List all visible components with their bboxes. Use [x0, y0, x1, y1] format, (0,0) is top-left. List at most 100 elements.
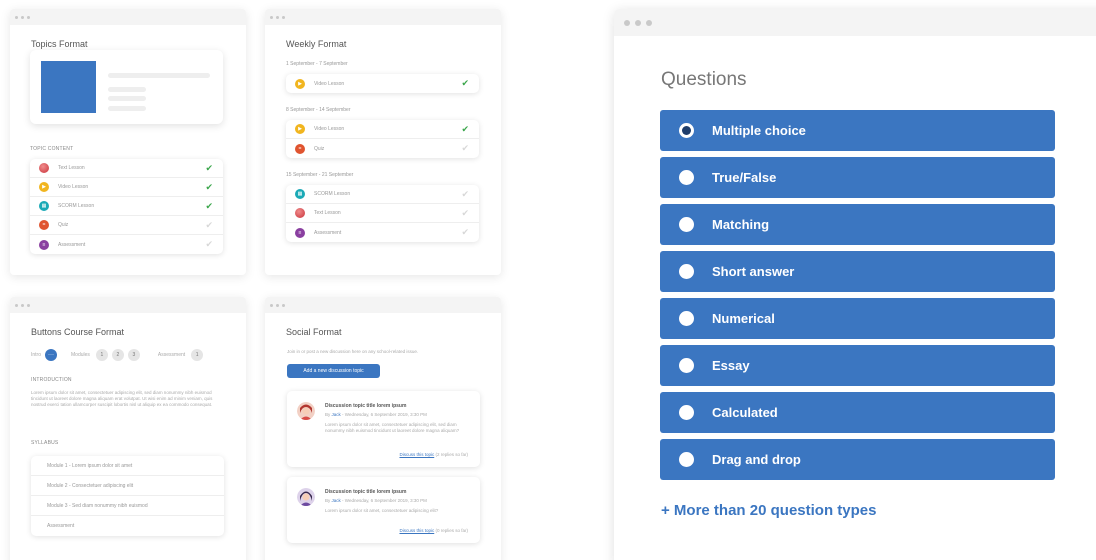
radio-icon[interactable] — [679, 264, 694, 279]
scorm-lesson-icon: ▦ — [295, 189, 305, 199]
text-lesson-icon — [39, 163, 49, 173]
discussion-post: Discussion topic title lorem ipsum By Ja… — [287, 391, 480, 467]
window-bar — [265, 297, 501, 313]
checkmark-icon: ✔ — [461, 123, 469, 134]
assessment-step-button[interactable]: 1 — [191, 349, 204, 361]
radio-icon[interactable] — [679, 405, 694, 420]
card-title: Buttons Course Format — [31, 327, 125, 337]
syllabus-item[interactable]: Module 2 - Consectetuer adipiscing elit — [31, 476, 224, 496]
lesson-row[interactable]: ≡ Assessment ✔ — [30, 235, 223, 254]
question-type-option[interactable]: Matching — [660, 204, 1055, 245]
question-type-option[interactable]: Calculated — [660, 392, 1055, 433]
radio-icon[interactable] — [679, 170, 694, 185]
post-title: Discussion topic title lorem ipsum — [325, 489, 407, 495]
discuss-topic-link[interactable]: Discuss this topic — [399, 452, 434, 457]
question-type-label: True/False — [712, 170, 777, 185]
checkmark-icon: ✔ — [205, 181, 213, 192]
post-author-link[interactable]: Jack — [332, 412, 341, 417]
syllabus-list: Module 1 - Lorem ipsum dolor sit amet Mod… — [31, 456, 224, 536]
week-date: 8 September - 14 September — [286, 107, 351, 113]
lesson-row[interactable]: ▦ SCORM Lesson ✔ — [286, 185, 479, 204]
question-type-option[interactable]: Drag and drop — [660, 439, 1055, 480]
card-title: Social Format — [286, 327, 342, 337]
lesson-label: Assessment — [58, 241, 86, 248]
lesson-label: Quiz — [58, 222, 69, 228]
post-footer: Discuss this topic (2 replies so far) — [399, 452, 468, 457]
post-body: Lorem ipsum dolor sit amet, consectetuer… — [325, 508, 439, 513]
checkmark-icon: ✔ — [205, 219, 213, 230]
intro-step-button[interactable]: ··· — [45, 349, 58, 361]
introduction-heading: INTRODUCTION — [31, 377, 72, 383]
quiz-icon: = — [295, 143, 305, 154]
week-list: ▶ Video Lesson ✔ = Quiz ✔ — [286, 120, 479, 158]
week-date: 1 September - 7 September — [286, 61, 348, 67]
module-step-button[interactable]: 1 — [95, 349, 108, 361]
radio-icon[interactable] — [679, 311, 694, 326]
add-discussion-button[interactable]: Add a new discussion topic — [287, 364, 380, 378]
lesson-row[interactable]: Text Lesson ✔ — [286, 204, 479, 223]
placeholder-line — [108, 96, 146, 101]
radio-icon[interactable] — [679, 452, 694, 467]
syllabus-item[interactable]: Module 3 - Sed diam nonummy nibh euismod — [31, 496, 224, 516]
syllabus-heading: SYLLABUS — [31, 440, 59, 446]
post-date: - Wednesday, 6 September 2019, 3:30 PM — [340, 412, 427, 417]
discuss-topic-link[interactable]: Discuss this topic — [399, 528, 434, 533]
post-meta: By Jack - Wednesday, 6 September 2019, 3… — [325, 412, 427, 417]
reply-count: (0 replies so far) — [434, 528, 468, 533]
checkmark-icon: ✔ — [461, 143, 469, 153]
lesson-row[interactable]: ▶ Video Lesson ✔ — [286, 74, 479, 93]
modules-step-label: Modules — [71, 352, 90, 358]
module-step-button[interactable]: 2 — [111, 349, 124, 361]
radio-icon[interactable] — [679, 358, 694, 373]
avatar — [297, 402, 315, 420]
post-author-link[interactable]: Jack — [332, 498, 341, 503]
avatar — [297, 488, 315, 506]
question-type-option[interactable]: True/False — [660, 157, 1055, 198]
question-type-option[interactable]: Essay — [660, 345, 1055, 386]
intro-step-label: Intro — [31, 352, 42, 358]
topic-hero — [30, 50, 223, 124]
reply-count: (2 replies so far) — [434, 452, 468, 457]
placeholder-line — [108, 106, 146, 111]
placeholder-line — [108, 73, 210, 78]
question-type-label: Numerical — [712, 311, 775, 326]
question-type-label: Drag and drop — [712, 452, 801, 467]
question-type-label: Essay — [712, 358, 750, 373]
radio-icon[interactable] — [679, 217, 694, 232]
post-meta: By Jack - Wednesday, 6 September 2019, 3… — [325, 498, 427, 503]
card-title: Topics Format — [31, 39, 88, 49]
radio-icon[interactable] — [679, 123, 694, 138]
question-type-option[interactable]: Numerical — [660, 298, 1055, 339]
question-type-option[interactable]: Multiple choice — [660, 110, 1055, 151]
syllabus-item[interactable]: Assessment — [31, 516, 224, 536]
video-lesson-icon: ▶ — [295, 78, 305, 89]
lesson-row[interactable]: = Quiz ✔ — [30, 216, 223, 235]
more-question-types-link[interactable]: + More than 20 question types — [661, 502, 876, 519]
window-bar — [614, 9, 1096, 36]
window-bar — [10, 9, 246, 25]
lesson-row[interactable]: ▶ Video Lesson ✔ — [30, 178, 223, 197]
text-lesson-icon — [295, 208, 305, 218]
video-lesson-icon: ▶ — [295, 124, 305, 134]
lesson-row[interactable]: ≡ Assessment ✔ — [286, 223, 479, 242]
module-step-button[interactable]: 3 — [127, 349, 140, 361]
topic-content-heading: TOPIC CONTENT — [30, 146, 74, 152]
assessment-icon: ≡ — [39, 239, 49, 250]
quiz-icon: = — [39, 220, 49, 230]
lesson-row[interactable]: Text Lesson ✔ — [30, 159, 223, 178]
lesson-row[interactable]: ▶ Video Lesson ✔ — [286, 120, 479, 139]
lesson-label: Quiz — [314, 145, 325, 152]
lesson-row[interactable]: ▦ SCORM Lesson ✔ — [30, 197, 223, 216]
lesson-label: SCORM Lesson — [314, 191, 351, 197]
syllabus-item[interactable]: Module 1 - Lorem ipsum dolor sit amet — [31, 456, 224, 476]
window-bar — [10, 297, 246, 313]
lesson-row[interactable]: = Quiz ✔ — [286, 139, 479, 158]
question-type-label: Matching — [712, 217, 770, 232]
lesson-label: Video Lesson — [314, 126, 345, 132]
question-type-option[interactable]: Short answer — [660, 251, 1055, 292]
lesson-label: Text Lesson — [314, 210, 341, 216]
scorm-lesson-icon: ▦ — [39, 201, 49, 211]
questions-title: Questions — [661, 69, 747, 90]
video-lesson-icon: ▶ — [39, 182, 49, 192]
checkmark-icon: ✔ — [205, 200, 213, 211]
